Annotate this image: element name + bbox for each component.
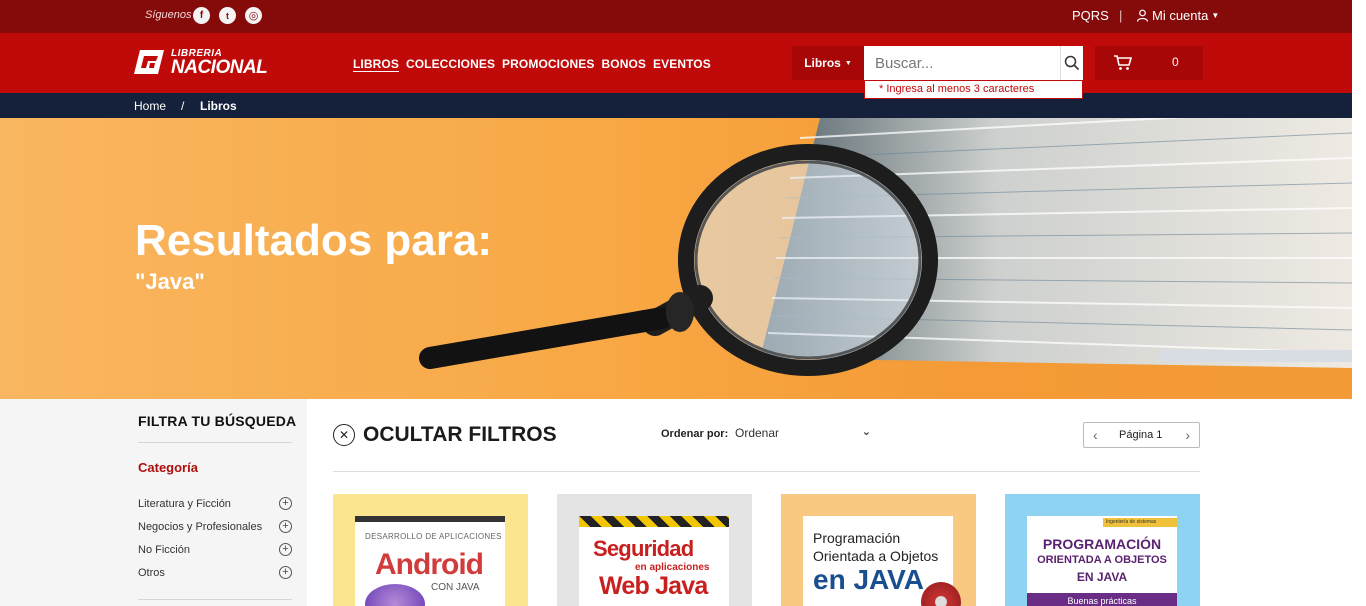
site-logo[interactable]: LIBRERIA NACIONAL (134, 45, 286, 79)
instagram-icon[interactable]: ◎ (245, 7, 262, 24)
cover-art (365, 584, 425, 606)
breadcrumb: Home / Libros (0, 93, 1352, 118)
cover-top-text: Seguridad (593, 536, 694, 561)
cover-main-text: Android (375, 548, 484, 581)
pagination: ‹ Página 1 › (1083, 422, 1200, 448)
sidebar-divider (138, 442, 292, 443)
cover-extra-text: Buenas prácticas (1027, 593, 1177, 606)
cover-sub-text: en JAVA (813, 564, 924, 595)
cover-top-text: DESARROLLO DE APLICACIONES (365, 532, 502, 541)
order-select[interactable]: Ordenar ⌄ (735, 426, 871, 444)
expand-plus-icon[interactable]: + (279, 497, 292, 510)
account-menu[interactable]: Mi cuenta ▼ (1136, 8, 1219, 23)
expand-plus-icon[interactable]: + (279, 543, 292, 556)
search-category-label: Libros (804, 56, 841, 70)
twitter-icon[interactable]: t (219, 7, 236, 24)
next-page-icon[interactable]: › (1185, 427, 1190, 443)
cart-button[interactable]: 0 (1095, 46, 1203, 80)
prev-page-icon[interactable]: ‹ (1093, 427, 1098, 443)
chevron-down-icon: ▼ (1211, 11, 1220, 20)
book-cover[interactable]: DESARROLLO DE APLICACIONES Android CON J… (355, 516, 505, 606)
book-cover[interactable]: Ingeniería de sistemas PROGRAMACIÓN ORIE… (1027, 516, 1177, 606)
hide-filters-label: OCULTAR FILTROS (363, 423, 557, 446)
chevron-down-icon: ⌄ (861, 426, 871, 438)
cover-top-text: Programación (813, 530, 901, 546)
category-item[interactable]: Otros + (138, 566, 292, 579)
product-card[interactable]: Ingeniería de sistemas PROGRAMACIÓN ORIE… (1005, 494, 1200, 606)
main-header: LIBRERIA NACIONAL LIBROS COLECCIONES PRO… (0, 33, 1352, 99)
product-card[interactable]: Programación Orientada a Objetos en JAVA (781, 494, 976, 606)
search-icon (1064, 55, 1080, 71)
results-title: Resultados para: (135, 216, 492, 265)
hazard-stripe (579, 516, 729, 527)
cover-tag: Ingeniería de sistemas (1103, 518, 1177, 527)
hide-filters-button[interactable]: ✕ OCULTAR FILTROS (333, 423, 557, 447)
search-button[interactable] (1060, 46, 1083, 80)
category-label: Otros (138, 567, 165, 579)
book-cover[interactable]: Seguridad en aplicaciones Web Java (579, 516, 729, 606)
breadcrumb-current: Libros (200, 99, 237, 113)
cart-icon (1114, 55, 1133, 70)
breadcrumb-home[interactable]: Home (134, 99, 166, 113)
top-bar: Síguenos f t ◎ PQRS | Mi cuenta ▼ (0, 0, 1352, 33)
nav-libros[interactable]: LIBROS (353, 57, 399, 71)
expand-plus-icon[interactable]: + (279, 520, 292, 533)
order-value: Ordenar (735, 426, 780, 440)
cover-top-text: PROGRAMACIÓN (1042, 536, 1162, 552)
nav-colecciones[interactable]: COLECCIONES (406, 57, 495, 71)
results-divider (333, 471, 1200, 472)
cover-sub-text: CON JAVA (431, 582, 480, 593)
results-area: ✕ OCULTAR FILTROS Ordenar por: Ordenar ⌄… (307, 399, 1352, 606)
page-label: Página 1 (1119, 429, 1163, 441)
hero-banner: Resultados para: "Java" (0, 118, 1352, 399)
category-item[interactable]: No Ficción + (138, 543, 292, 556)
search-input[interactable] (864, 46, 1060, 80)
category-item[interactable]: Literatura y Ficción + (138, 497, 292, 510)
cover-main-text: Orientada a Objetos (813, 548, 939, 564)
logo-mark-icon (134, 50, 164, 74)
expand-plus-icon[interactable]: + (279, 566, 292, 579)
nav-eventos[interactable]: EVENTOS (653, 57, 711, 71)
category-label: Literatura y Ficción (138, 498, 231, 510)
category-item[interactable]: Negocios y Profesionales + (138, 520, 292, 533)
pqrs-link[interactable]: PQRS (1072, 8, 1109, 23)
product-card[interactable]: Seguridad en aplicaciones Web Java (557, 494, 752, 606)
nav-bonos[interactable]: BONOS (602, 57, 647, 71)
sidebar-divider (138, 599, 292, 600)
filter-sidebar: FILTRA TU BÚSQUEDA Categoría Literatura … (0, 399, 307, 606)
cart-count: 0 (1172, 55, 1179, 69)
search-category-dropdown[interactable]: Libros ▼ (792, 46, 864, 80)
filter-title: FILTRA TU BÚSQUEDA (138, 413, 297, 429)
top-separator: | (1119, 8, 1123, 23)
search-hint: * Ingresa al menos 3 caracteres (864, 80, 1083, 99)
cover-sub-text: EN JAVA (1076, 570, 1128, 584)
account-label: Mi cuenta (1152, 8, 1209, 23)
facebook-icon[interactable]: f (193, 7, 210, 24)
cover-sub-text: Web Java (599, 572, 708, 600)
breadcrumb-separator: / (181, 99, 185, 113)
cover-main-text: ORIENTADA A OBJETOS (1037, 554, 1167, 566)
book-cover[interactable]: Programación Orientada a Objetos en JAVA (803, 516, 961, 606)
main-nav: LIBROS COLECCIONES PROMOCIONES BONOS EVE… (353, 57, 711, 71)
user-icon (1136, 9, 1149, 22)
category-label: No Ficción (138, 544, 190, 556)
logo-text-big: NACIONAL (171, 57, 268, 78)
close-icon: ✕ (333, 424, 355, 446)
nav-promociones[interactable]: PROMOCIONES (502, 57, 594, 71)
category-label: Negocios y Profesionales (138, 521, 263, 533)
category-title: Categoría (138, 460, 198, 475)
follow-us-label: Síguenos (145, 9, 192, 21)
product-card[interactable]: DESARROLLO DE APLICACIONES Android CON J… (333, 494, 528, 606)
order-label: Ordenar por: (661, 428, 729, 440)
results-query: "Java" (135, 269, 205, 294)
caret-down-icon: ▼ (844, 59, 852, 67)
